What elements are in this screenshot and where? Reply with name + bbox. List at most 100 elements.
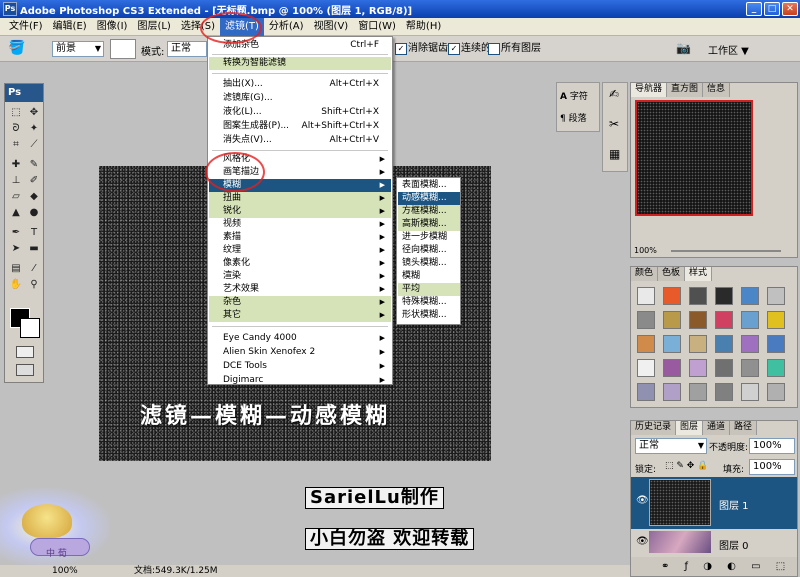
paint-bucket-icon[interactable]: 🪣 xyxy=(8,40,25,56)
layer-row[interactable]: 👁 图层 0 xyxy=(631,531,797,553)
style-swatch[interactable] xyxy=(663,383,681,401)
style-swatch[interactable] xyxy=(689,335,707,353)
filter-vanishing[interactable]: 消失点(V)... Alt+Ctrl+V xyxy=(209,134,391,147)
hand-icon[interactable]: ✋ xyxy=(8,278,24,292)
tab-histogram[interactable]: 直方图 xyxy=(667,83,704,97)
tab-paths[interactable]: 路径 xyxy=(730,421,758,435)
layer-comps-icon[interactable]: ▦ xyxy=(609,147,620,161)
eraser-icon[interactable]: ▱ xyxy=(8,190,24,204)
history-brush-icon[interactable]: ✐ xyxy=(26,174,42,188)
style-swatch[interactable] xyxy=(689,311,707,329)
mode-dropdown[interactable]: 正常 xyxy=(167,41,207,57)
style-swatch[interactable] xyxy=(637,287,655,305)
menu-layer[interactable]: 图层(L) xyxy=(132,18,175,36)
lock-icons[interactable]: ⬚ ✎ ✥ 🔒 xyxy=(665,461,708,471)
layer-name[interactable]: 图层 1 xyxy=(719,497,749,512)
style-swatch[interactable] xyxy=(767,335,785,353)
workspace-button[interactable]: 工作区 ▼ xyxy=(708,42,749,57)
all-layers-checkbox[interactable]: 所有图层 xyxy=(488,42,541,56)
blur-surface[interactable]: 表面模糊... xyxy=(398,179,460,192)
tab-swatches[interactable]: 色板 xyxy=(658,267,686,281)
pen-icon[interactable]: ✒ xyxy=(8,226,24,240)
style-swatch[interactable] xyxy=(663,311,681,329)
menu-file[interactable]: 文件(F) xyxy=(4,18,48,36)
filter-eyecandy[interactable]: Eye Candy 4000 ▶ xyxy=(209,332,391,345)
doc-size[interactable]: 文档:549.3K/1.25M xyxy=(134,565,218,577)
menu-window[interactable]: 窗口(W) xyxy=(353,18,401,36)
filter-extract[interactable]: 抽出(X)... Alt+Ctrl+X xyxy=(209,78,391,91)
char-tab[interactable]: A 字符 xyxy=(560,89,588,102)
navigator-zoom[interactable]: 100% xyxy=(634,246,657,255)
filter-video[interactable]: 视频 ▶ xyxy=(209,218,391,231)
contiguous-checkbox[interactable]: 连续的 xyxy=(448,42,491,56)
menu-edit[interactable]: 编辑(E) xyxy=(48,18,92,36)
blur-average[interactable]: 平均 xyxy=(398,283,460,296)
style-swatch[interactable] xyxy=(715,311,733,329)
filter-digimarc[interactable]: Digimarc ▶ xyxy=(209,374,391,387)
tab-color[interactable]: 颜色 xyxy=(631,267,659,281)
blend-mode-dropdown[interactable]: 正常 ▼ xyxy=(635,438,707,454)
opacity-input[interactable]: 100% xyxy=(749,438,795,454)
background-color[interactable] xyxy=(20,318,40,338)
navigator-preview[interactable] xyxy=(635,100,753,216)
style-swatch[interactable] xyxy=(663,335,681,353)
blur-more[interactable]: 进一步模糊 xyxy=(398,231,460,244)
filter-dce[interactable]: DCE Tools ▶ xyxy=(209,360,391,373)
style-swatch[interactable] xyxy=(637,311,655,329)
filter-sketch[interactable]: 素描 ▶ xyxy=(209,231,391,244)
style-swatch[interactable] xyxy=(715,287,733,305)
blur-lens[interactable]: 镜头模糊... xyxy=(398,257,460,270)
style-swatch[interactable] xyxy=(715,359,733,377)
antialias-checkbox[interactable]: 消除锯齿 xyxy=(395,42,448,56)
blur-radial[interactable]: 径向模糊... xyxy=(398,244,460,257)
tab-channels[interactable]: 通道 xyxy=(703,421,731,435)
style-swatch[interactable] xyxy=(715,335,733,353)
layer-row-selected[interactable]: 👁 图层 1 xyxy=(631,477,797,529)
style-swatch[interactable] xyxy=(741,287,759,305)
magic-wand-icon[interactable]: ✦ xyxy=(26,122,42,136)
layer-name[interactable]: 图层 0 xyxy=(719,537,749,552)
close-icon[interactable]: ✕ xyxy=(782,2,798,16)
style-swatch[interactable] xyxy=(663,359,681,377)
healing-icon[interactable]: ✚ xyxy=(8,158,24,172)
bucket-icon[interactable]: ◆ xyxy=(26,190,42,204)
filter-noise[interactable]: 杂色 ▶ xyxy=(209,296,391,309)
crop-icon[interactable]: ⌗ xyxy=(8,138,24,152)
tab-info[interactable]: 信息 xyxy=(703,83,731,97)
style-swatch[interactable] xyxy=(741,335,759,353)
menu-image[interactable]: 图像(I) xyxy=(92,18,133,36)
filter-pattern[interactable]: 图案生成器(P)... Alt+Shift+Ctrl+X xyxy=(209,120,391,133)
style-swatch[interactable] xyxy=(637,335,655,353)
visibility-eye-icon[interactable]: 👁 xyxy=(636,495,649,506)
style-swatch[interactable] xyxy=(741,311,759,329)
menu-view[interactable]: 视图(V) xyxy=(309,18,354,36)
maximize-icon[interactable]: □ xyxy=(764,2,780,16)
move-icon[interactable]: ✥ xyxy=(26,106,42,120)
tools-panel-icon[interactable]: ✂ xyxy=(609,117,619,131)
style-swatch[interactable] xyxy=(689,359,707,377)
filter-texture[interactable]: 纹理 ▶ xyxy=(209,244,391,257)
slice-icon[interactable]: ⟋ xyxy=(26,138,42,152)
stamp-icon[interactable]: ⊥ xyxy=(8,174,24,188)
fill-input[interactable]: 100% xyxy=(749,459,795,475)
path-select-icon[interactable]: ➤ xyxy=(8,242,24,256)
style-swatch[interactable] xyxy=(689,287,707,305)
blur-shape[interactable]: 形状模糊... xyxy=(398,309,460,322)
blur-smart[interactable]: 特殊模糊... xyxy=(398,296,460,309)
filter-xenofex[interactable]: Alien Skin Xenofex 2 ▶ xyxy=(209,346,391,359)
fill-source-dropdown[interactable]: 前景 ▼ xyxy=(52,41,104,57)
dodge-icon[interactable]: ● xyxy=(26,206,42,220)
shape-icon[interactable]: ▬ xyxy=(26,242,42,256)
style-swatch[interactable] xyxy=(637,383,655,401)
filter-liquify[interactable]: 液化(L)... Shift+Ctrl+X xyxy=(209,106,391,119)
tab-styles[interactable]: 样式 xyxy=(685,267,713,281)
filter-pixelate[interactable]: 像素化 ▶ xyxy=(209,257,391,270)
notes-icon[interactable]: ▤ xyxy=(8,262,24,276)
style-swatch[interactable] xyxy=(767,287,785,305)
style-swatch[interactable] xyxy=(637,359,655,377)
filter-render[interactable]: 渲染 ▶ xyxy=(209,270,391,283)
blur-plain[interactable]: 模糊 xyxy=(398,270,460,283)
menu-analysis[interactable]: 分析(A) xyxy=(264,18,309,36)
style-swatch[interactable] xyxy=(663,287,681,305)
filter-artistic[interactable]: 艺术效果 ▶ xyxy=(209,283,391,296)
